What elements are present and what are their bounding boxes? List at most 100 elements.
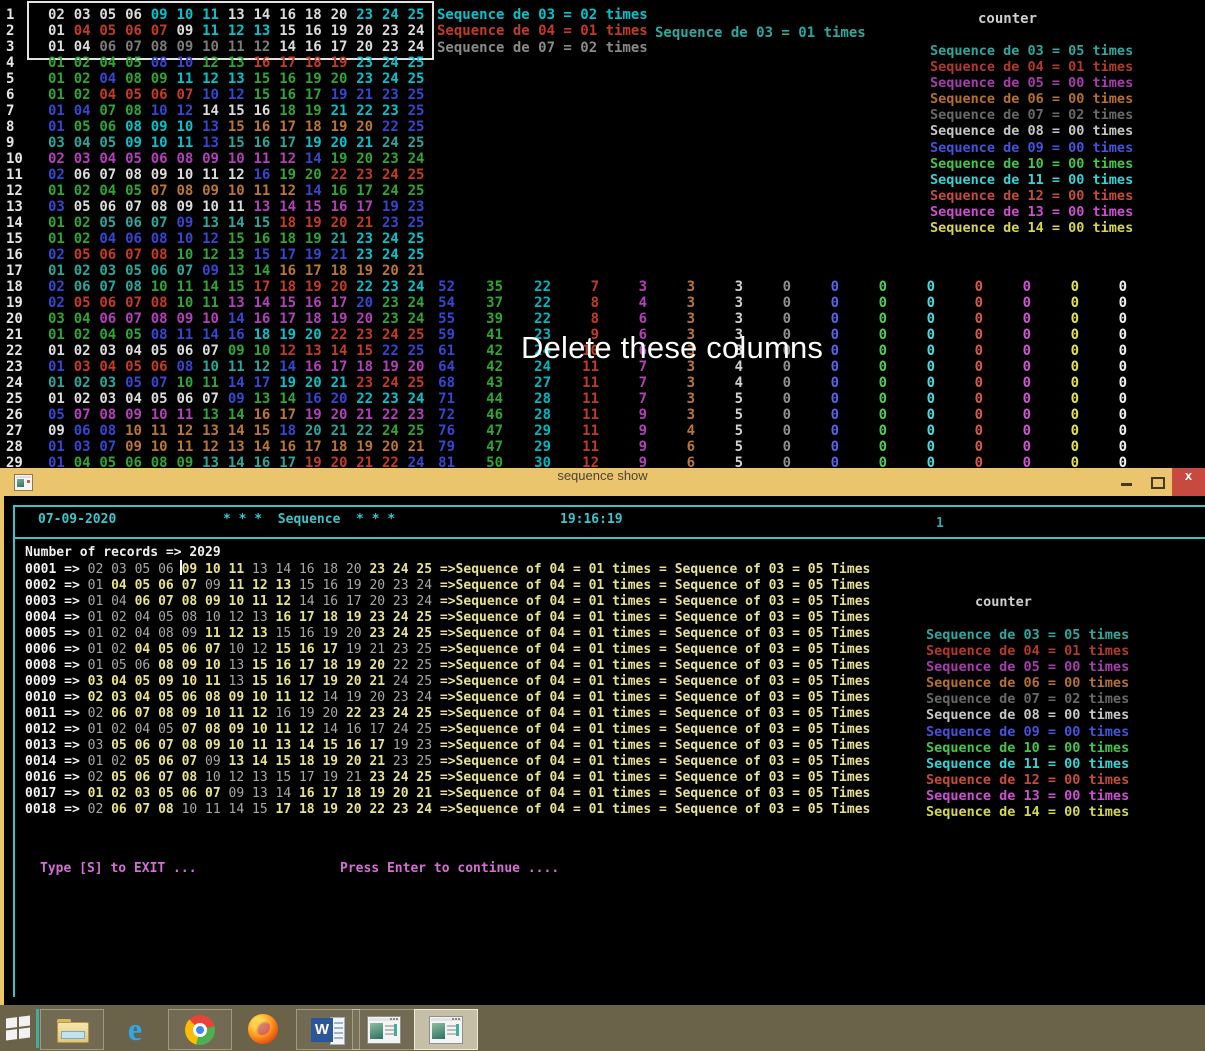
taskbar-console-window-2-active[interactable]	[414, 1009, 478, 1050]
number-cell: 05	[99, 23, 125, 39]
number-cell: 16	[254, 103, 280, 119]
stat-value: 7	[573, 279, 599, 295]
number-cell: 06	[74, 423, 100, 439]
record-number: 16	[346, 738, 369, 753]
number-cell: 15	[254, 247, 280, 263]
record-number: 06	[182, 786, 205, 801]
stat-value: 3	[669, 295, 695, 311]
number-cell: 17	[279, 407, 305, 423]
stat-value: 11	[573, 375, 599, 391]
record-number: 02	[111, 642, 134, 657]
record-number: 14	[299, 738, 322, 753]
number-cell: 05	[125, 359, 151, 375]
close-button[interactable]: x	[1172, 468, 1205, 496]
number-cell: 09	[202, 151, 228, 167]
number-cell: 14	[305, 183, 331, 199]
number-cell: 11	[202, 167, 228, 183]
number-cell: 22	[382, 343, 408, 359]
stat-value: 0	[1005, 407, 1031, 423]
maximize-button[interactable]	[1142, 468, 1172, 496]
number-cell: 11	[254, 183, 280, 199]
number-cell: 09	[202, 263, 228, 279]
number-cell: 14	[254, 439, 280, 455]
number-cell: 07	[151, 23, 177, 39]
record-number: 24	[393, 674, 416, 689]
record-number: 18	[346, 786, 369, 801]
number-cell: 19	[331, 119, 357, 135]
number-cell: 16	[279, 71, 305, 87]
number-cell: 13	[254, 391, 280, 407]
number-cell: 05	[74, 247, 100, 263]
record-row: 0004 => 01 02 04 05 08 10 12 13 16 17 18…	[25, 610, 870, 626]
number-cell: 21	[356, 135, 382, 151]
number-cell: 24	[382, 183, 408, 199]
number-cell: 15	[228, 119, 254, 135]
minimize-button[interactable]	[1112, 468, 1142, 496]
stat-value: 0	[765, 423, 791, 439]
number-cell: 09	[151, 71, 177, 87]
row-numbers: 020506070810111314151617202324	[48, 295, 433, 311]
number-cell: 13	[202, 215, 228, 231]
stat-value: 0	[861, 343, 887, 359]
record-number: 16	[299, 562, 322, 577]
stat-value: 0	[957, 439, 983, 455]
record-row: 0012 => 01 02 04 05 07 08 09 10 11 12 14…	[25, 722, 870, 738]
start-button[interactable]	[4, 1015, 32, 1041]
stat-value: 4	[621, 295, 647, 311]
record-number: 10	[229, 642, 252, 657]
record-id: 0006 =>	[25, 642, 88, 657]
number-cell: 07	[202, 343, 228, 359]
window-titlebar[interactable]: sequence show x	[0, 468, 1205, 496]
stat-value: 0	[813, 391, 839, 407]
row-numbers: 010307091011121314161718192021	[48, 439, 433, 455]
number-cell: 05	[74, 119, 100, 135]
row-numbers: 010204050607101215161719212325	[48, 87, 433, 103]
stat-value: 0	[1101, 327, 1127, 343]
number-cell: 16	[305, 23, 331, 39]
taskbar-console-window-1[interactable]	[352, 1009, 416, 1050]
record-number: 05	[111, 770, 134, 785]
number-cell: 11	[176, 439, 202, 455]
number-cell: 21	[331, 375, 357, 391]
stat-value: 0	[813, 279, 839, 295]
header-title: * * * Sequence * * *	[223, 512, 395, 527]
record-number: 01	[88, 594, 111, 609]
record-number: 12	[299, 722, 322, 737]
record-sequence-summary: =>Sequence of 04 = 01 times = Sequence o…	[440, 658, 870, 673]
stat-value: 28	[525, 391, 551, 407]
number-cell: 24	[382, 327, 408, 343]
number-cell: 01	[48, 375, 74, 391]
number-cell: 22	[331, 167, 357, 183]
number-cell: 08	[151, 327, 177, 343]
number-cell: 15	[305, 199, 331, 215]
number-cell: 04	[74, 103, 100, 119]
taskbar-word[interactable]: W	[296, 1009, 360, 1050]
stat-value: 0	[765, 295, 791, 311]
record-number: 17	[322, 642, 345, 657]
number-cell: 02	[74, 327, 100, 343]
header-page-number: 1	[936, 516, 944, 531]
taskbar-internet-explorer[interactable]: e	[104, 1009, 166, 1048]
number-cell: 10	[176, 247, 202, 263]
number-cell: 10	[228, 151, 254, 167]
taskbar-file-explorer[interactable]	[40, 1009, 104, 1050]
record-row: 0005 => 01 02 04 08 09 11 12 13 15 16 19…	[25, 626, 870, 642]
record-id: 0009 =>	[25, 674, 88, 689]
stat-value: 22	[525, 311, 551, 327]
number-cell: 01	[48, 439, 74, 455]
row-index: 6	[6, 87, 14, 103]
number-cell: 23	[382, 311, 408, 327]
record-number: 09	[229, 690, 252, 705]
stat-value: 4	[669, 423, 695, 439]
taskbar-chrome[interactable]	[168, 1009, 232, 1050]
number-cell: 09	[125, 135, 151, 151]
record-number: 06	[135, 658, 158, 673]
stat-value: 44	[477, 391, 503, 407]
taskbar-firefox[interactable]	[232, 1009, 294, 1048]
record-sequence-summary: =>Sequence of 04 = 01 times = Sequence o…	[440, 610, 870, 625]
number-cell: 12	[254, 39, 280, 55]
number-cell: 18	[279, 423, 305, 439]
number-cell: 25	[408, 71, 434, 87]
record-number: 04	[111, 578, 134, 593]
number-cell: 17	[279, 55, 305, 71]
